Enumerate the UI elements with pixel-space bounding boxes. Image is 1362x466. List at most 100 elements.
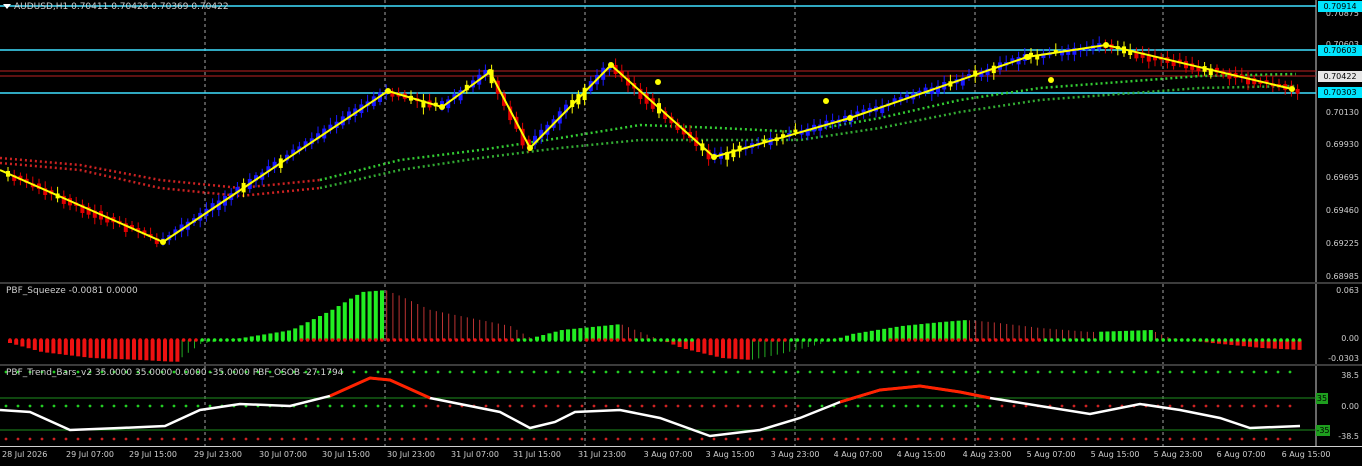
level-dot [509, 438, 512, 441]
level-dot [641, 405, 644, 408]
squeeze-bar [740, 340, 744, 359]
time-tick: 3 Aug 23:00 [771, 450, 820, 459]
trend-bars-label: PBF_Trend_Bars_v2 35.0000 35.0000 0.0000… [6, 368, 343, 378]
osob-oscillator[interactable] [0, 366, 1362, 446]
chevron-down-icon[interactable] [3, 4, 11, 9]
squeeze-dot [300, 338, 304, 342]
squeeze-dot [1106, 338, 1110, 342]
level-dot [593, 405, 596, 408]
squeeze-bar [901, 326, 905, 340]
level-dot [485, 371, 488, 374]
squeeze-bar [746, 340, 750, 360]
level-dot [5, 405, 8, 408]
level-dot [305, 438, 308, 441]
level-dot [1073, 371, 1076, 374]
squeeze-dot [1149, 338, 1153, 342]
level-dot [101, 405, 104, 408]
price-chart[interactable] [0, 0, 1362, 282]
level-dot [269, 438, 272, 441]
squeeze-dot [727, 338, 731, 342]
squeeze-dot [213, 338, 217, 342]
squeeze-dot [616, 338, 620, 342]
squeeze-scale-tick: -0.0303 [1328, 354, 1359, 363]
squeeze-histogram[interactable] [0, 284, 1362, 364]
zigzag-pivot [439, 104, 445, 110]
level-dot [5, 438, 8, 441]
squeeze-dot [1056, 338, 1060, 342]
squeeze-dot [851, 338, 855, 342]
level-dot [689, 438, 692, 441]
squeeze-bar [423, 307, 424, 340]
level-dot [809, 371, 812, 374]
squeeze-dot [281, 338, 285, 342]
level-dot [449, 405, 452, 408]
squeeze-dot [1019, 338, 1023, 342]
squeeze-dot [864, 338, 868, 342]
time-tick: 4 Aug 07:00 [834, 450, 883, 459]
squeeze-dot [126, 338, 130, 342]
squeeze-dot [349, 338, 353, 342]
level-dot [413, 405, 416, 408]
level-dot [617, 405, 620, 408]
squeeze-label: PBF_Squeeze -0.0081 0.0000 [6, 286, 138, 296]
squeeze-dot [386, 338, 390, 342]
squeeze-dot [1031, 338, 1035, 342]
level-dot [149, 405, 152, 408]
moving-average-red [0, 158, 320, 188]
level-dot [173, 438, 176, 441]
squeeze-dot [808, 338, 812, 342]
level-dot [425, 405, 428, 408]
squeeze-bar [603, 326, 607, 340]
level-dot [377, 405, 380, 408]
level-dot [881, 438, 884, 441]
level-dot [329, 438, 332, 441]
squeeze-dot [1279, 338, 1283, 342]
level-dot [809, 438, 812, 441]
squeeze-bar [306, 322, 310, 340]
price-scale[interactable]: 0.70875 0.70603 0.70130 0.69930 0.69695 … [1316, 0, 1362, 282]
level-dot [1169, 438, 1172, 441]
level-dot [1253, 438, 1256, 441]
level-dot [389, 405, 392, 408]
level-dot [1205, 405, 1208, 408]
squeeze-dot [839, 338, 843, 342]
level-dot [1109, 438, 1112, 441]
level-dot [1145, 438, 1148, 441]
squeeze-dot [1285, 338, 1289, 342]
level-dot [857, 371, 860, 374]
squeeze-bar [473, 319, 474, 340]
level-dot [1181, 438, 1184, 441]
squeeze-bar [361, 292, 365, 340]
squeeze-dot [194, 338, 198, 342]
level-dot [257, 438, 260, 441]
squeeze-dot [665, 338, 669, 342]
price-chart-pane[interactable]: AUDUSD,H1 0.70411 0.70426 0.70369 0.7042… [0, 0, 1362, 282]
squeeze-bar [950, 321, 954, 340]
squeeze-dot [1205, 338, 1209, 342]
squeeze-bar [1062, 330, 1063, 340]
level-dot [881, 371, 884, 374]
squeeze-dot [1161, 338, 1165, 342]
squeeze-dot [579, 338, 583, 342]
level-dot [329, 405, 332, 408]
squeeze-bar [132, 340, 136, 360]
squeeze-bar [82, 340, 86, 357]
level-dot [497, 405, 500, 408]
squeeze-bar [70, 340, 74, 356]
squeeze-bar [175, 340, 179, 362]
level-dot [89, 405, 92, 408]
time-axis[interactable]: 28 Jul 202629 Jul 07:0029 Jul 15:0029 Ju… [0, 446, 1362, 466]
squeeze-bar [963, 320, 967, 340]
squeeze-bar [994, 322, 995, 340]
level-dot [1217, 371, 1220, 374]
squeeze-bar [919, 324, 923, 340]
squeeze-indicator-pane[interactable]: PBF_Squeeze -0.0081 0.0000 0.063 0.00 -0… [0, 284, 1362, 364]
squeeze-bar [448, 314, 449, 340]
time-tick: 28 Jul 2026 [2, 450, 47, 459]
level-dot [737, 405, 740, 408]
time-tick: 29 Jul 23:00 [194, 450, 242, 459]
trend-bars-pane[interactable]: PBF_Trend_Bars_v2 35.0000 35.0000 0.0000… [0, 366, 1362, 446]
level-dot [749, 405, 752, 408]
squeeze-dot [994, 338, 998, 342]
squeeze-bar [392, 293, 393, 340]
